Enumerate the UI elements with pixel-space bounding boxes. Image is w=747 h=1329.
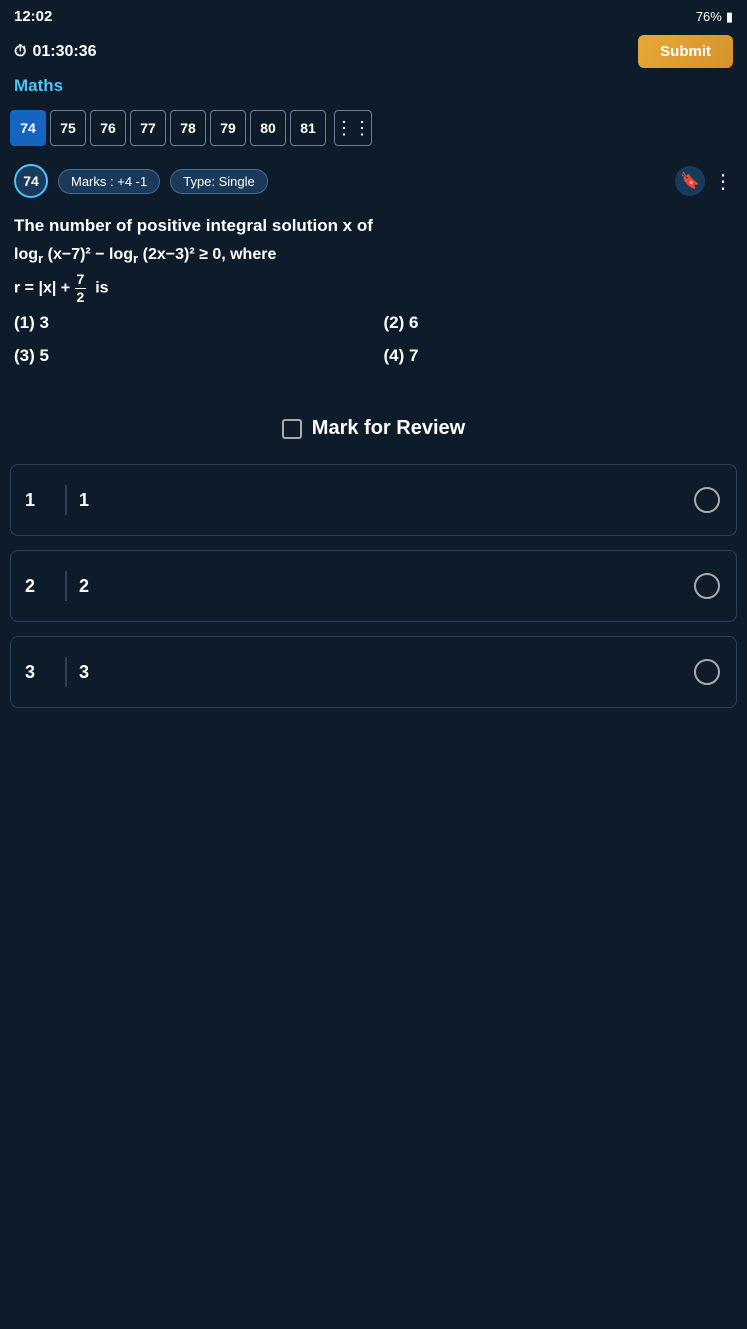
question-body: The number of positive integral solution…: [14, 212, 733, 399]
battery-text: 76%: [696, 9, 722, 24]
type-pill: Type: Single: [170, 169, 268, 194]
q-num-80[interactable]: 80: [250, 110, 286, 146]
q-num-74[interactable]: 74: [10, 110, 46, 146]
timer-value: 01:30:36: [32, 43, 96, 61]
question-nav: 74 75 76 77 78 79 80 81 ⋮⋮: [0, 102, 747, 154]
bookmark-icon[interactable]: 🔖: [675, 166, 705, 196]
q-num-81[interactable]: 81: [290, 110, 326, 146]
timer-display: ⏱ 01:30:36: [14, 43, 97, 61]
answer-row-3[interactable]: 3 3: [10, 636, 737, 708]
option-3[interactable]: (3) 5: [14, 342, 364, 371]
answer-section: 1 1 2 2 3 3: [0, 464, 747, 708]
battery-icon: ▮: [726, 9, 733, 25]
grid-view-button[interactable]: ⋮⋮: [334, 110, 372, 146]
answer-row-1[interactable]: 1 1: [10, 464, 737, 536]
question-line1: The number of positive integral solution…: [14, 212, 733, 241]
q-num-79[interactable]: 79: [210, 110, 246, 146]
fraction-denominator: 2: [75, 289, 87, 306]
answer-divider-2: [65, 571, 67, 601]
answer-row-2[interactable]: 2 2: [10, 550, 737, 622]
meta-icons: 🔖 ⋮: [675, 166, 733, 196]
option-1[interactable]: (1) 3: [14, 309, 364, 338]
status-time: 12:02: [14, 8, 52, 25]
answer-num-2: 2: [25, 576, 53, 597]
answer-radio-3[interactable]: [694, 659, 720, 685]
q-num-78[interactable]: 78: [170, 110, 206, 146]
question-panel: 74 Marks : +4 -1 Type: Single 🔖 ⋮ The nu…: [0, 154, 747, 464]
answer-val-2: 2: [79, 576, 89, 597]
answer-radio-1[interactable]: [694, 487, 720, 513]
q-num-77[interactable]: 77: [130, 110, 166, 146]
answer-divider-1: [65, 485, 67, 515]
fraction-numerator: 7: [75, 271, 87, 289]
mark-for-review-row: Mark for Review: [14, 399, 733, 464]
mark-review-checkbox[interactable]: [282, 419, 302, 439]
fraction: 7 2: [75, 271, 87, 306]
answer-val-1: 1: [79, 490, 89, 511]
submit-button[interactable]: Submit: [638, 35, 733, 68]
status-right: 76% ▮: [696, 9, 733, 25]
q-num-76[interactable]: 76: [90, 110, 126, 146]
more-options-icon[interactable]: ⋮: [713, 169, 733, 194]
q-num-75[interactable]: 75: [50, 110, 86, 146]
answer-radio-2[interactable]: [694, 573, 720, 599]
question-line3: r = |x| + 7 2 is: [14, 271, 733, 306]
answer-divider-3: [65, 657, 67, 687]
status-bar: 12:02 76% ▮: [0, 0, 747, 29]
question-number-badge: 74: [14, 164, 48, 198]
answer-num-3: 3: [25, 662, 53, 683]
subject-label: Maths: [0, 74, 747, 102]
timer-row: ⏱ 01:30:36 Submit: [0, 29, 747, 74]
timer-icon: ⏱: [14, 43, 26, 61]
answer-val-3: 3: [79, 662, 89, 683]
mark-review-label: Mark for Review: [312, 417, 465, 440]
option-4[interactable]: (4) 7: [384, 342, 734, 371]
question-meta: 74 Marks : +4 -1 Type: Single 🔖 ⋮: [14, 164, 733, 198]
answer-num-1: 1: [25, 490, 53, 511]
options-grid: (1) 3 (2) 6 (3) 5 (4) 7: [14, 305, 733, 385]
marks-pill: Marks : +4 -1: [58, 169, 160, 194]
option-2[interactable]: (2) 6: [384, 309, 734, 338]
question-line2: logr (x−7)² − logr (2x−3)² ≥ 0, where: [14, 241, 733, 271]
